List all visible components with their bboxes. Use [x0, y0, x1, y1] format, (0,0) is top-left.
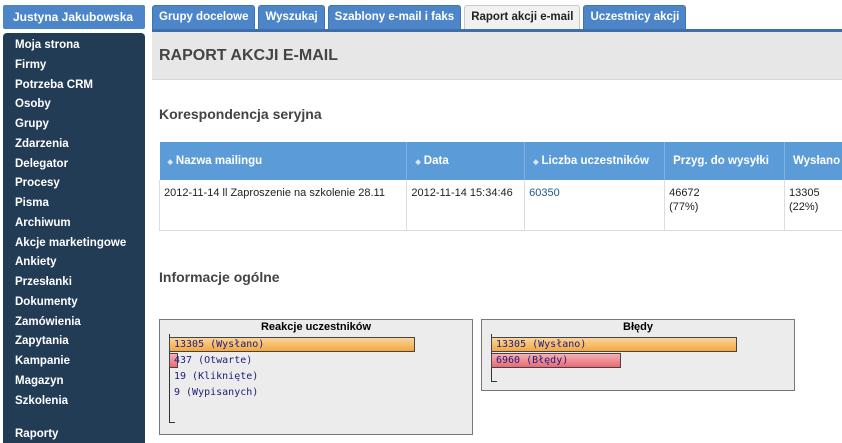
- sidebar-item-raporty[interactable]: Raporty: [3, 425, 145, 443]
- sort-icon: ◆: [533, 159, 539, 166]
- tab-grupy-docelowe[interactable]: Grupy docelowe: [152, 5, 256, 30]
- tab-uczestnicy-akcji[interactable]: Uczestnicy akcji: [583, 5, 687, 30]
- sidebar-item-zamowienia[interactable]: Zamówienia: [3, 313, 145, 333]
- column-header-wyslano: Wysłano: [784, 142, 842, 180]
- column-header-nazwa[interactable]: ◆ Nazwa mailingu: [159, 142, 408, 180]
- sidebar-item-magazyn[interactable]: Magazyn: [3, 372, 145, 392]
- cell-prepared: 46672 (77%): [664, 180, 786, 231]
- chart-title: Błędy: [623, 321, 653, 333]
- participants-link[interactable]: 60350: [529, 187, 560, 199]
- tab-szablony[interactable]: Szablony e-mail i faks: [327, 5, 462, 30]
- tab-raport-akcji[interactable]: Raport akcji e-mail: [464, 5, 581, 30]
- sidebar-item-ankiety[interactable]: Ankiety: [3, 253, 145, 273]
- sort-icon: ◆: [167, 159, 173, 166]
- chart-axis-tick: [169, 422, 175, 423]
- table-row: 2012-11-14 ll Zaproszenie na szkolenie 2…: [158, 180, 842, 231]
- chart-title: Reakcje uczestników: [260, 321, 372, 333]
- table-header-row: ◆ Nazwa mailingu ◆ Data ◆ Liczba uczestnikó…: [159, 142, 842, 180]
- section-title-korespondencja: Korespondencja seryjna: [159, 106, 322, 122]
- sidebar-item-zdarzenia[interactable]: Zdarzenia: [3, 135, 145, 155]
- cell-sent: 13305 (22%): [784, 180, 842, 231]
- column-header-data[interactable]: ◆ Data: [406, 142, 526, 180]
- cell-participants: 60350: [524, 180, 666, 231]
- bar-label: 13305 (Wysłano): [174, 339, 265, 350]
- chart-axis-tick: [491, 381, 497, 382]
- bar-label: 19 (Kliknięte): [174, 371, 259, 382]
- sidebar-item-potrzeba-crm[interactable]: Potrzeba CRM: [3, 76, 145, 96]
- cell-name: 2012-11-14 ll Zaproszenie na szkolenie 2…: [158, 180, 408, 231]
- bar-label: 13305 (Wysłano): [496, 339, 587, 350]
- main-content: Grupy docelowe Wyszukaj Szablony e-mail …: [152, 0, 842, 443]
- sidebar-item-osoby[interactable]: Osoby: [3, 95, 145, 115]
- sidebar-item-grupy[interactable]: Grupy: [3, 115, 145, 135]
- tab-bar: Grupy docelowe Wyszukaj Szablony e-mail …: [152, 5, 689, 30]
- bar-label: 437 (Otwarte): [174, 355, 253, 366]
- sidebar-nav: Moja strona Firmy Potrzeba CRM Osoby Gru…: [3, 33, 145, 443]
- chart-errors: Błędy 13305 (Wysłano) 6960 (Błędy): [481, 319, 795, 391]
- mailing-table: ◆ Nazwa mailingu ◆ Data ◆ Liczba uczestnikó…: [158, 142, 842, 231]
- page-title: RAPORT AKCJI E-MAIL: [159, 47, 338, 64]
- sidebar-item-firmy[interactable]: Firmy: [3, 56, 145, 76]
- sidebar-item-akcje-marketingowe[interactable]: Akcje marketingowe: [3, 234, 145, 254]
- sidebar-item-procesy[interactable]: Procesy: [3, 174, 145, 194]
- sidebar-item-moja-strona[interactable]: Moja strona: [3, 36, 145, 56]
- section-title-informacje: Informacje ogólne: [159, 269, 280, 285]
- chart-reactions: Reakcje uczestników 13305 (Wysłano) 437 …: [159, 319, 473, 435]
- sidebar-item-pisma[interactable]: Pisma: [3, 194, 145, 214]
- page-header: RAPORT AKCJI E-MAIL: [152, 32, 842, 80]
- tab-wyszukaj[interactable]: Wyszukaj: [258, 5, 325, 30]
- sidebar-item-przeslanki[interactable]: Przesłanki: [3, 273, 145, 293]
- sort-icon: ◆: [415, 159, 421, 166]
- column-header-liczba[interactable]: ◆ Liczba uczestników: [524, 142, 666, 180]
- cell-date: 2012-11-14 15:34:46: [406, 180, 526, 231]
- sidebar-item-zapytania[interactable]: Zapytania: [3, 332, 145, 352]
- bar-label: 6960 (Błędy): [496, 355, 569, 366]
- sidebar-item-szkolenia[interactable]: Szkolenia: [3, 392, 145, 412]
- sidebar-item-archiwum[interactable]: Archiwum: [3, 214, 145, 234]
- bar-label: 9 (Wypisanych): [174, 387, 259, 398]
- sidebar-item-kampanie[interactable]: Kampanie: [3, 352, 145, 372]
- column-header-przyg: Przyg. do wysyłki: [664, 142, 786, 180]
- sidebar-item-dokumenty[interactable]: Dokumenty: [3, 293, 145, 313]
- sidebar: Justyna Jakubowska Moja strona Firmy Pot…: [0, 0, 145, 443]
- sidebar-item-delegator[interactable]: Delegator: [3, 155, 145, 175]
- user-name[interactable]: Justyna Jakubowska: [3, 5, 145, 29]
